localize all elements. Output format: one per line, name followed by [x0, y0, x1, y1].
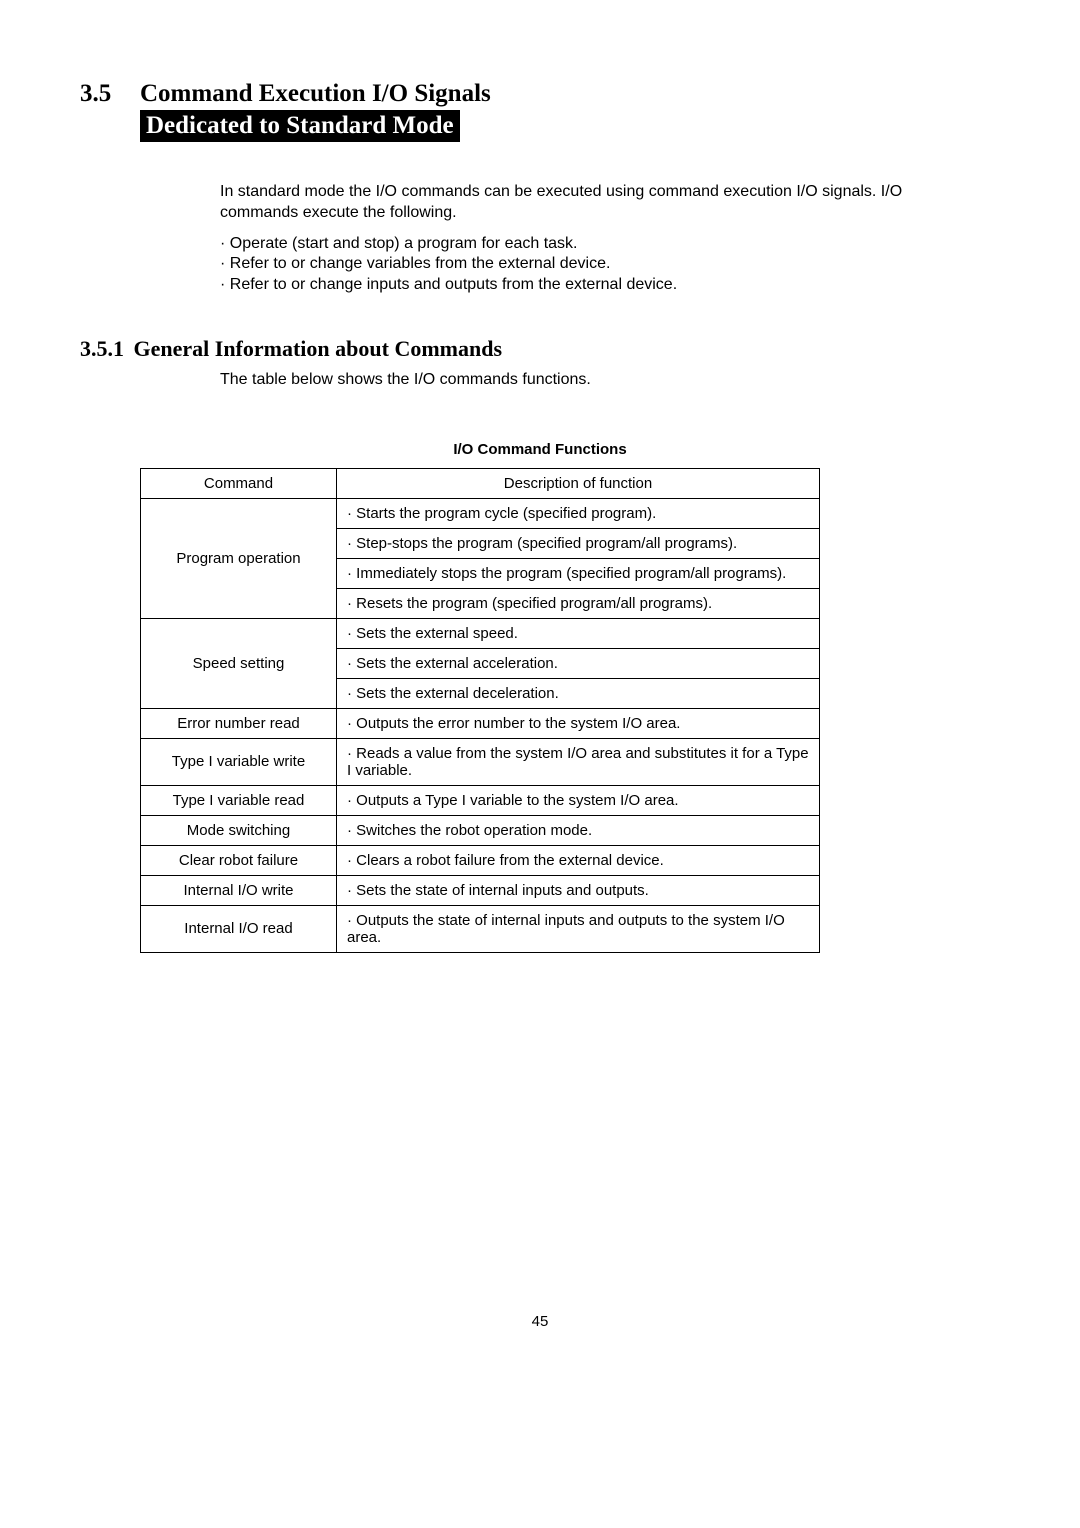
- cell-description: · Sets the external acceleration.: [337, 648, 820, 678]
- io-command-table: Command Description of function Program …: [140, 468, 820, 953]
- header-command: Command: [141, 468, 337, 498]
- subsection-number: 3.5.1: [80, 336, 128, 362]
- intro-block: In standard mode the I/O commands can be…: [220, 182, 920, 296]
- cell-command: Program operation: [141, 498, 337, 618]
- cell-description: · Resets the program (specified program/…: [337, 588, 820, 618]
- intro-bullet-1: · Operate (start and stop) a program for…: [220, 234, 920, 255]
- subsection-para: The table below shows the I/O commands f…: [220, 370, 920, 391]
- cell-description: · Clears a robot failure from the extern…: [337, 845, 820, 875]
- table-caption: I/O Command Functions: [80, 441, 1000, 458]
- section-number: 3.5: [80, 80, 140, 108]
- cell-command: Internal I/O read: [141, 905, 337, 952]
- table-row: Type I variable read · Outputs a Type I …: [141, 785, 820, 815]
- cell-command: Speed setting: [141, 618, 337, 708]
- table-row: Program operation · Starts the program c…: [141, 498, 820, 528]
- cell-description: · Step-stops the program (specified prog…: [337, 528, 820, 558]
- cell-description: · Outputs the state of internal inputs a…: [337, 905, 820, 952]
- cell-command: Clear robot failure: [141, 845, 337, 875]
- cell-description: · Sets the external speed.: [337, 618, 820, 648]
- page-number: 45: [80, 1313, 1000, 1330]
- cell-command: Type I variable write: [141, 738, 337, 785]
- cell-description: · Switches the robot operation mode.: [337, 815, 820, 845]
- table-row: Type I variable write · Reads a value fr…: [141, 738, 820, 785]
- cell-command: Type I variable read: [141, 785, 337, 815]
- section-subtitle: Dedicated to Standard Mode: [140, 110, 460, 142]
- table-row: Command Description of function: [141, 468, 820, 498]
- table-row: Internal I/O write · Sets the state of i…: [141, 875, 820, 905]
- section-heading: 3.5Command Execution I/O Signals Dedicat…: [80, 80, 1000, 142]
- subsection-title: General Information about Commands: [134, 336, 503, 361]
- intro-paragraph: In standard mode the I/O commands can be…: [220, 182, 920, 224]
- intro-bullet-2: · Refer to or change variables from the …: [220, 254, 920, 275]
- intro-bullet-3: · Refer to or change inputs and outputs …: [220, 275, 920, 296]
- cell-description: · Sets the state of internal inputs and …: [337, 875, 820, 905]
- section-title: Command Execution I/O Signals: [140, 80, 491, 107]
- table-row: Clear robot failure · Clears a robot fai…: [141, 845, 820, 875]
- cell-description: · Outputs the error number to the system…: [337, 708, 820, 738]
- cell-description: · Sets the external deceleration.: [337, 678, 820, 708]
- cell-command: Mode switching: [141, 815, 337, 845]
- cell-command: Internal I/O write: [141, 875, 337, 905]
- cell-description: · Immediately stops the program (specifi…: [337, 558, 820, 588]
- table-row: Internal I/O read · Outputs the state of…: [141, 905, 820, 952]
- subsection-heading: 3.5.1 General Information about Commands: [80, 336, 1000, 362]
- cell-description: · Starts the program cycle (specified pr…: [337, 498, 820, 528]
- cell-command: Error number read: [141, 708, 337, 738]
- cell-description: · Reads a value from the system I/O area…: [337, 738, 820, 785]
- table-row: Error number read · Outputs the error nu…: [141, 708, 820, 738]
- header-description: Description of function: [337, 468, 820, 498]
- table-row: Mode switching · Switches the robot oper…: [141, 815, 820, 845]
- table-row: Speed setting · Sets the external speed.: [141, 618, 820, 648]
- cell-description: · Outputs a Type I variable to the syste…: [337, 785, 820, 815]
